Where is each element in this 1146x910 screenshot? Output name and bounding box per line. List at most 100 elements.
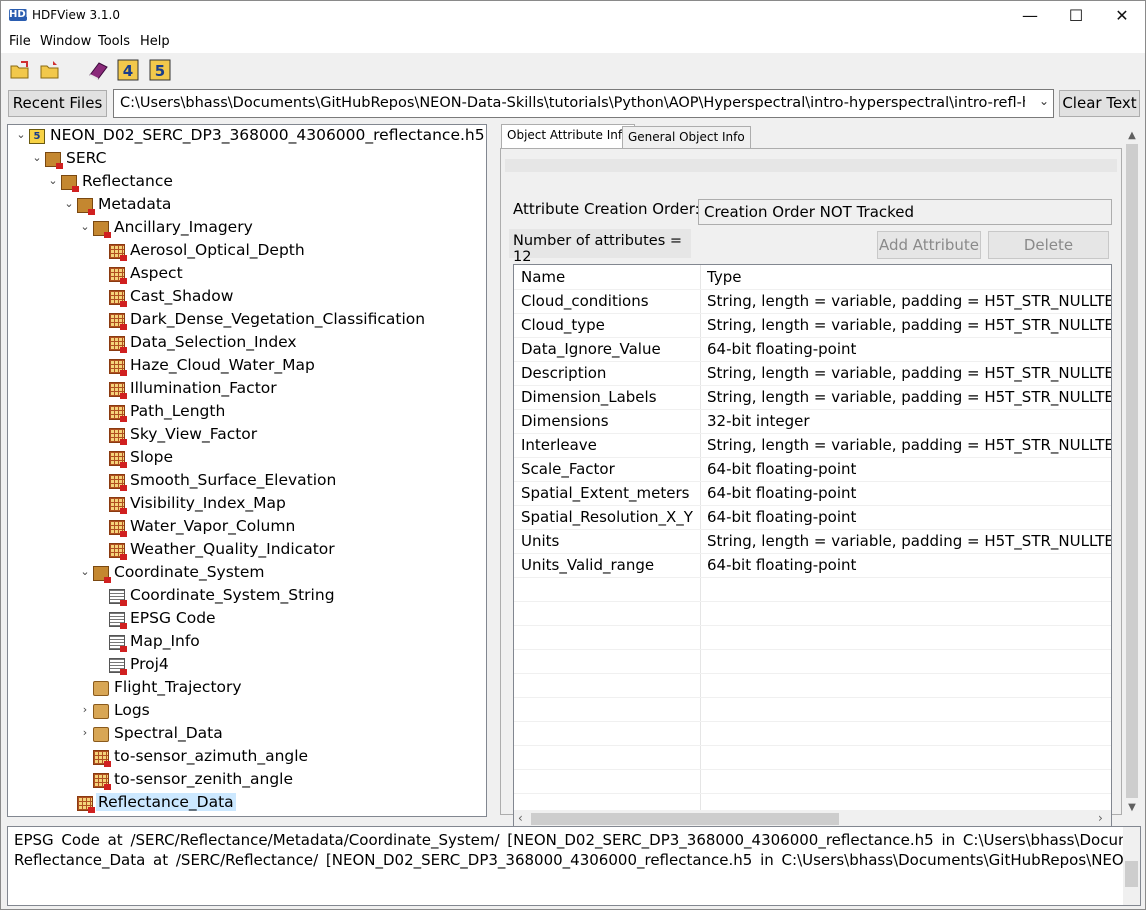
vertical-scrollbar[interactable]: ▲ ▼ [1124,128,1140,817]
table-row[interactable]: Dimensions 32-bit integer [514,410,1111,434]
table-row[interactable]: Description String, length = variable, pa… [514,362,1111,386]
attribute-type: String, length = variable, padding = H5T… [707,436,1111,454]
scroll-up-icon[interactable]: ▲ [1124,130,1140,141]
tree-item[interactable]: ⌄ Ancillary_Imagery [8,218,486,240]
chevron-right-icon[interactable]: › [79,726,91,739]
table-row[interactable] [514,674,1111,698]
tree-item[interactable]: › Logs [8,701,486,723]
table-row[interactable] [514,650,1111,674]
tree-item[interactable]: Smooth_Surface_Elevation [8,471,486,493]
tree-item[interactable]: ⌄ Reflectance [8,172,486,194]
tree-item[interactable]: › Spectral_Data [8,724,486,746]
tree-item[interactable]: ⌄ Metadata [8,195,486,217]
panel-splitter[interactable] [491,124,495,817]
tree-item[interactable]: Water_Vapor_Column [8,517,486,539]
chevron-down-icon[interactable]: ⌄ [15,128,27,141]
table-row[interactable]: Cloud_conditions String, length = variabl… [514,290,1111,314]
scroll-right-icon[interactable]: › [1098,811,1103,825]
tree-item[interactable]: to-sensor_zenith_angle [8,770,486,792]
menu-window[interactable]: Window [40,34,91,49]
tree-item[interactable]: Data_Selection_Index [8,333,486,355]
tree-item[interactable]: Slope [8,448,486,470]
chevron-down-icon[interactable]: ⌄ [79,565,91,578]
column-header-type[interactable]: Type [707,268,1111,286]
table-row[interactable]: Interleave String, length = variable, pad… [514,434,1111,458]
tree-item[interactable]: Reflectance_Data [8,793,486,815]
help-book-icon[interactable] [87,59,109,81]
tree-item[interactable]: Weather_Quality_Indicator [8,540,486,562]
tab-general-object-info[interactable]: General Object Info [622,126,751,148]
tree-item[interactable]: EPSG Code [8,609,486,631]
table-row[interactable] [514,770,1111,794]
minimize-button[interactable]: — [1007,1,1053,31]
table-header[interactable]: Name Type [514,266,1111,290]
menu-help[interactable]: Help [140,34,170,49]
delete-attribute-button[interactable]: Delete Attribute [988,231,1109,280]
open-folder-icon[interactable] [39,59,61,81]
dataset-icon [109,543,127,560]
tree-item[interactable]: Visibility_Index_Map [8,494,486,516]
table-row[interactable] [514,626,1111,650]
tree-item[interactable]: Haze_Cloud_Water_Map [8,356,486,378]
tree-item[interactable]: ⌄ 5 NEON_D02_SERC_DP3_368000_4306000_refle… [8,126,486,148]
tree-item-label: Reflectance_Data [96,793,236,811]
table-row[interactable]: Dimension_Labels String, length = variabl… [514,386,1111,410]
attribute-table[interactable]: Name Type Cloud_conditions String, length =… [513,264,1112,829]
table-row[interactable] [514,698,1111,722]
object-tree[interactable]: ⌄ 5 NEON_D02_SERC_DP3_368000_4306000_refle… [7,124,487,817]
hdf5-library-icon[interactable]: 5 [149,59,171,81]
recent-files-button[interactable]: Recent Files [8,90,107,117]
add-attribute-button[interactable]: Add Attribute [877,231,981,259]
table-row[interactable]: Spatial_Extent_meters 64-bit floating-poi… [514,482,1111,506]
tree-item-label: Spectral_Data [114,724,223,742]
table-row[interactable]: Units String, length = variable, padding … [514,530,1111,554]
maximize-button[interactable]: ☐ [1053,1,1099,31]
table-row[interactable] [514,722,1111,746]
tree-item[interactable]: Proj4 [8,655,486,677]
scroll-down-icon[interactable]: ▼ [1124,802,1140,813]
log-scrollbar[interactable] [1123,827,1140,905]
scroll-thumb[interactable] [1125,861,1138,887]
clear-text-button[interactable]: Clear Text [1059,90,1140,117]
scroll-thumb[interactable] [531,813,839,825]
table-row[interactable]: Cloud_type String, length = variable, pad… [514,314,1111,338]
menu-file[interactable]: File [9,34,31,49]
scroll-left-icon[interactable]: ‹ [518,811,523,825]
column-header-name[interactable]: Name [521,268,565,286]
open-file-icon[interactable] [9,59,31,81]
tree-item[interactable]: Cast_Shadow [8,287,486,309]
tree-item[interactable]: Aerosol_Optical_Depth [8,241,486,263]
tree-item[interactable]: Dark_Dense_Vegetation_Classification [8,310,486,332]
tree-item[interactable]: Path_Length [8,402,486,424]
tree-item[interactable]: ⌄ Coordinate_System [8,563,486,585]
table-row[interactable] [514,578,1111,602]
hdf4-library-icon[interactable]: 4 [117,59,139,81]
chevron-down-icon[interactable]: ⌄ [1039,94,1049,108]
chevron-down-icon[interactable]: ⌄ [47,174,59,187]
tree-item[interactable]: Map_Info [8,632,486,654]
tree-item-label: Weather_Quality_Indicator [130,540,335,558]
table-row[interactable]: Units_Valid_range 64-bit floating-point [514,554,1111,578]
tree-item[interactable]: to-sensor_azimuth_angle [8,747,486,769]
chevron-down-icon[interactable]: ⌄ [79,220,91,233]
chevron-down-icon[interactable]: ⌄ [31,151,43,164]
tree-item[interactable]: Illumination_Factor [8,379,486,401]
tree-item[interactable]: Flight_Trajectory [8,678,486,700]
table-row[interactable]: Scale_Factor 64-bit floating-point [514,458,1111,482]
scroll-thumb[interactable] [1126,144,1138,798]
tree-item[interactable]: ⌄ SERC [8,149,486,171]
menu-tools[interactable]: Tools [98,34,130,49]
dataset-icon [109,267,127,284]
tree-item[interactable]: Coordinate_System_String [8,586,486,608]
path-combobox[interactable]: C:\Users\bhass\Documents\GitHubRepos\NEO… [113,89,1054,118]
table-row[interactable]: Data_Ignore_Value 64-bit floating-point [514,338,1111,362]
close-button[interactable]: ✕ [1099,1,1145,31]
tab-object-attribute-info[interactable]: Object Attribute Info [501,124,636,149]
table-row[interactable]: Spatial_Resolution_X_Y 64-bit floating-po… [514,506,1111,530]
chevron-right-icon[interactable]: › [79,703,91,716]
tree-item[interactable]: Sky_View_Factor [8,425,486,447]
table-row[interactable] [514,746,1111,770]
chevron-down-icon[interactable]: ⌄ [63,197,75,210]
tree-item[interactable]: Aspect [8,264,486,286]
table-row[interactable] [514,602,1111,626]
